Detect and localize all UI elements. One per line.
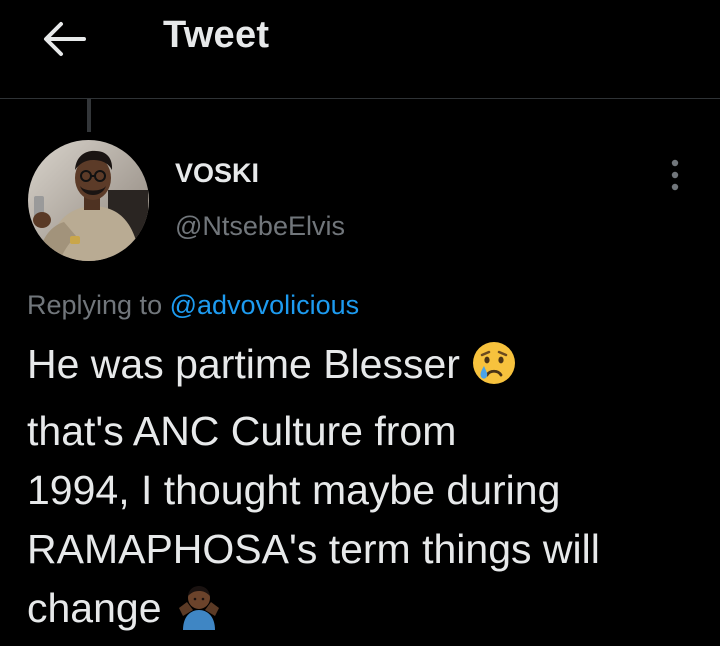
tweet-text: He was partime Blesser that's ANC Cultur…	[27, 335, 707, 646]
arrow-left-icon	[44, 22, 86, 56]
reply-to-handle-link[interactable]: @advovolicious	[170, 290, 360, 320]
page-title: Tweet	[163, 14, 270, 56]
crying-face-emoji	[471, 340, 517, 402]
author-display-name[interactable]: VOSKI	[175, 158, 259, 189]
tweet-line: 1994, I thought maybe during	[27, 467, 561, 513]
replying-to-line: Replying to @advovolicious	[27, 290, 359, 321]
back-button[interactable]	[40, 18, 86, 60]
avatar[interactable]	[28, 140, 149, 261]
shrugging-man-emoji	[173, 584, 225, 646]
more-vertical-icon	[671, 159, 679, 191]
app-header: Tweet	[0, 0, 720, 99]
tweet-line: He was partime Blesser	[27, 335, 707, 402]
tweet-line: RAMAPHOSA's term things will	[27, 526, 600, 572]
more-options-button[interactable]	[660, 157, 690, 193]
replying-to-label: Replying to	[27, 290, 163, 320]
profile-photo	[28, 140, 149, 261]
tweet-line-text: He was partime Blesser	[27, 341, 460, 387]
thread-connector-line	[87, 99, 91, 132]
author-handle[interactable]: @NtsebeElvis	[175, 211, 345, 242]
tweet-line-text: change	[27, 585, 162, 631]
tweet-line: that's ANC Culture from	[27, 408, 457, 454]
tweet-line: change	[27, 579, 707, 646]
